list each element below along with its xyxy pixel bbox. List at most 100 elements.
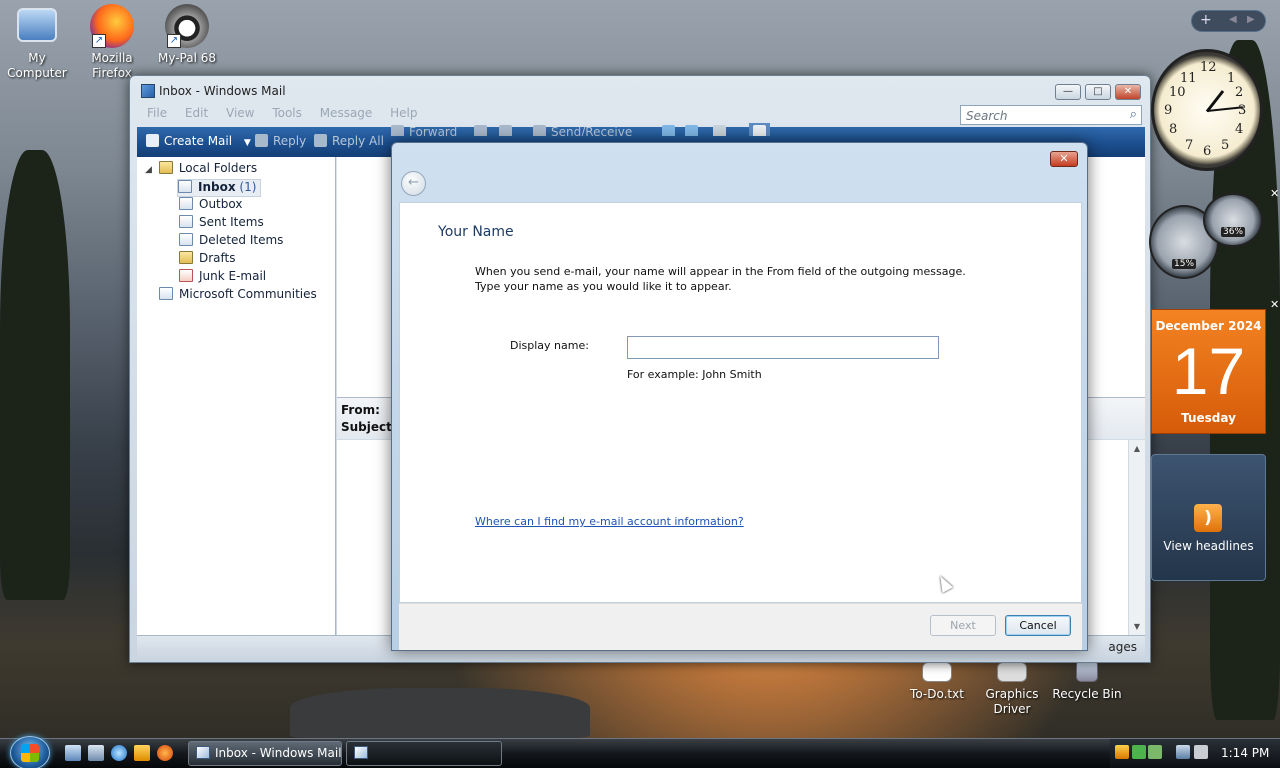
close-button[interactable]: ✕ [1050, 151, 1078, 167]
search-icon[interactable]: ⌕ [1130, 107, 1137, 122]
scroll-down-icon[interactable]: ▼ [1129, 622, 1145, 631]
scroll-up-icon[interactable]: ▲ [1129, 444, 1145, 453]
switch-windows-icon[interactable] [88, 745, 104, 761]
menu-bar: File Edit View Tools Message Help [137, 106, 937, 126]
desktop-icon-firefox[interactable]: ↗ Mozilla Firefox [75, 4, 149, 82]
close-gadget-icon[interactable]: ✕ [1270, 298, 1279, 311]
maximize-button[interactable]: □ [1085, 84, 1111, 100]
folder-label: Microsoft Communities [179, 287, 317, 301]
internet-explorer-icon[interactable] [111, 745, 127, 761]
desktop-icon-todo[interactable]: To-Do.txt [900, 662, 974, 702]
desktop-icon-my-computer[interactable]: My Computer [0, 4, 74, 81]
forward-button[interactable]: Forward [391, 125, 457, 136]
minimize-button[interactable]: — [1055, 84, 1081, 100]
delete-button[interactable] [499, 125, 517, 136]
sync-icon[interactable] [1148, 745, 1162, 759]
folder-drafts[interactable]: Drafts [179, 251, 236, 269]
display-name-label: Display name: [510, 339, 589, 352]
next-button[interactable]: Next [930, 615, 996, 636]
security-shield-icon[interactable] [1115, 745, 1129, 759]
menu-file[interactable]: File [147, 106, 167, 120]
recycle-bin-icon [1076, 662, 1098, 682]
menu-help[interactable]: Help [390, 106, 417, 120]
send-receive-button[interactable]: Send/Receive [533, 125, 632, 136]
delete-icon [499, 125, 512, 136]
volume-muted-icon[interactable] [1194, 745, 1208, 759]
calendar-gadget[interactable]: December 2024 17 Tuesday [1151, 309, 1266, 434]
search-placeholder: Search [966, 109, 1008, 123]
windows-mail-icon [354, 746, 368, 759]
clock-numeral: 2 [1235, 85, 1244, 100]
reply-button[interactable]: Reply [255, 134, 306, 148]
view-headlines-label[interactable]: View headlines [1152, 539, 1265, 553]
forward-icon [391, 125, 404, 136]
system-clock[interactable]: 1:14 PM [1221, 746, 1269, 760]
clock-numeral: 11 [1180, 71, 1197, 86]
contacts-button[interactable] [662, 125, 680, 136]
clock-numeral: 4 [1235, 122, 1244, 137]
folder-local-folders[interactable]: ◢ Local Folders [145, 161, 257, 179]
memory-meter-gadget[interactable]: 36% [1203, 193, 1263, 247]
display-name-field[interactable] [627, 336, 939, 359]
folder-microsoft-communities[interactable]: Microsoft Communities [159, 287, 317, 305]
folder-label: Local Folders [178, 161, 258, 175]
dialog-footer: Next Cancel [399, 603, 1082, 650]
start-button[interactable] [10, 736, 50, 768]
folder-junk-email[interactable]: Junk E-mail [179, 269, 266, 287]
title-bar[interactable]: Inbox - Windows Mail — □ ✕ [130, 76, 1150, 106]
local-folders-icon [158, 161, 173, 174]
instructions: When you send e-mail, your name will app… [475, 264, 966, 294]
taskbar-item-windows-mail[interactable]: Inbox - Windows Mail [188, 741, 342, 766]
next-icon[interactable]: ▶ [1247, 11, 1255, 29]
driver-icon [997, 662, 1027, 682]
reply-all-button[interactable]: Reply All [314, 134, 384, 148]
network-icon[interactable] [1176, 745, 1190, 759]
calendar-weekday: Tuesday [1181, 411, 1236, 425]
taskbar-item-account-wizard[interactable] [346, 741, 502, 766]
menu-edit[interactable]: Edit [185, 106, 208, 120]
add-gadget-icon[interactable]: + [1200, 11, 1212, 29]
preview-scrollbar[interactable]: ▲ ▼ [1128, 440, 1145, 635]
close-button[interactable]: ✕ [1115, 84, 1141, 100]
taskbar-item-label: Inbox - Windows Mail [215, 746, 342, 760]
clock-gadget[interactable]: 12 3 6 9 1 2 4 5 7 8 10 11 [1151, 49, 1263, 171]
create-mail-button[interactable]: Create Mail ▼ [146, 134, 251, 148]
back-arrow-icon[interactable]: ← [401, 171, 426, 196]
menu-message[interactable]: Message [320, 106, 373, 120]
communities-icon [159, 287, 173, 300]
clock-numeral: 5 [1221, 138, 1230, 153]
media-player-icon[interactable] [134, 745, 150, 761]
feed-headlines-gadget[interactable]: ) View headlines [1151, 454, 1266, 581]
folder-label: Outbox [199, 197, 243, 211]
calendar-month: December 2024 [1155, 319, 1262, 333]
folder-outbox[interactable]: Outbox [179, 197, 242, 215]
previous-icon[interactable]: ◀ [1229, 11, 1237, 29]
send-receive-icon [533, 125, 546, 136]
chevron-down-icon[interactable]: ▼ [244, 138, 251, 148]
folder-sent-items[interactable]: Sent Items [179, 215, 264, 233]
folder-deleted-items[interactable]: Deleted Items [179, 233, 283, 251]
desktop-icon-graphics-driver[interactable]: Graphics Driver [975, 662, 1049, 717]
calendar-button[interactable] [685, 125, 703, 136]
expand-arrow-icon[interactable]: ◢ [145, 165, 155, 175]
search-input[interactable]: Search ⌕ [960, 105, 1142, 125]
folder-label: Junk E-mail [199, 269, 267, 283]
folder-inbox[interactable]: Inbox (1) [177, 179, 262, 197]
inbox-icon [178, 180, 192, 193]
clock-numeral: 7 [1185, 138, 1194, 153]
show-desktop-icon[interactable] [65, 745, 81, 761]
folder-button[interactable] [713, 125, 731, 136]
desktop-icon-recycle-bin[interactable]: Recycle Bin [1050, 662, 1124, 702]
update-check-icon[interactable] [1132, 745, 1146, 759]
cancel-button[interactable]: Cancel [1005, 615, 1071, 636]
account-info-help-link[interactable]: Where can I find my e-mail account infor… [475, 515, 744, 528]
desktop-icon-my-pal[interactable]: ↗ My-Pal 68 [150, 4, 224, 66]
menu-view[interactable]: View [226, 106, 254, 120]
print-button[interactable] [474, 125, 492, 136]
text-file-icon [922, 662, 952, 682]
close-gadget-icon[interactable]: ✕ [1270, 187, 1279, 200]
firefox-quicklaunch-icon[interactable] [157, 745, 173, 761]
layout-button[interactable] [749, 123, 770, 136]
reply-icon [255, 134, 268, 147]
menu-tools[interactable]: Tools [272, 106, 302, 120]
